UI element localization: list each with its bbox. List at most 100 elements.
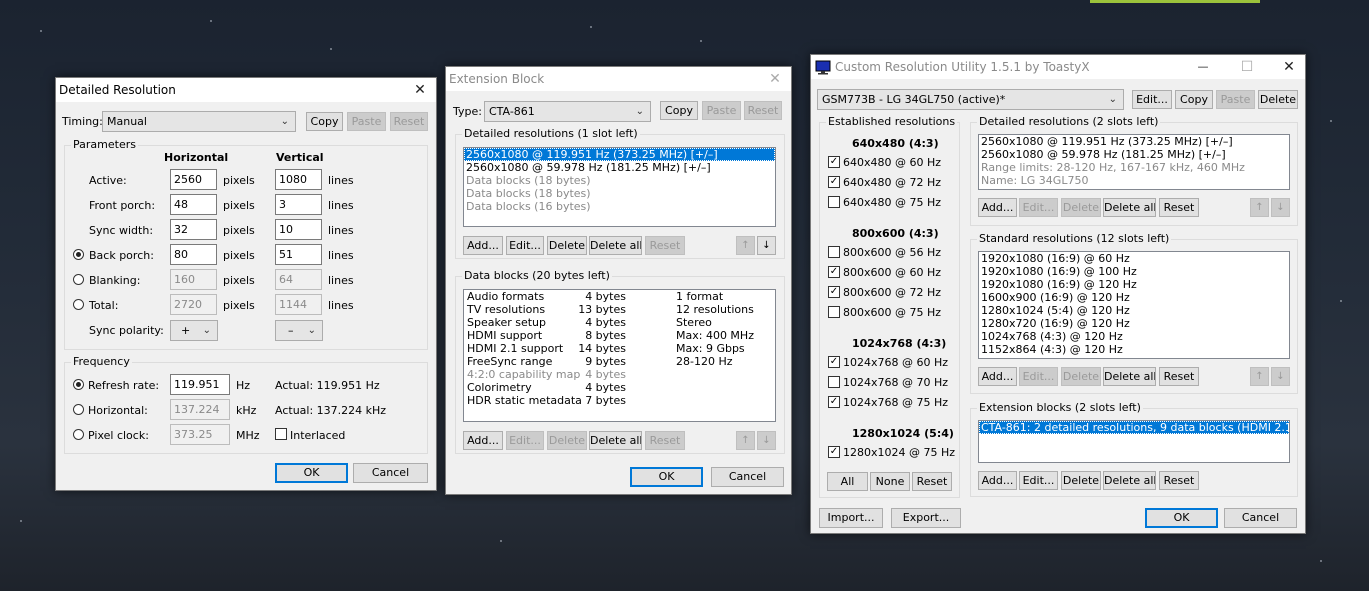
- cancel-button[interactable]: Cancel: [1224, 508, 1297, 528]
- ok-button[interactable]: OK: [275, 463, 348, 483]
- delete-button[interactable]: Delete: [1258, 90, 1298, 109]
- list-item[interactable]: 1280x720 (16:9) @ 120 Hz: [979, 317, 1289, 330]
- delete-all-button[interactable]: Delete all: [589, 236, 642, 255]
- add-button[interactable]: Add...: [978, 471, 1017, 490]
- refresh-rate-input[interactable]: 119.951: [170, 374, 230, 395]
- sync-width-v-input[interactable]: 10: [275, 219, 322, 240]
- reset-button[interactable]: Reset: [1159, 471, 1199, 490]
- delete-all-button[interactable]: Delete all: [1103, 198, 1156, 217]
- front-porch-v-input[interactable]: 3: [275, 194, 322, 215]
- resolution-checkbox[interactable]: ✓: [828, 446, 840, 458]
- edit-button[interactable]: Edit...: [1019, 367, 1058, 386]
- data-block-row[interactable]: HDR static metadata 7 bytes: [464, 394, 775, 407]
- data-block-row[interactable]: 4:2:0 capability map 4 bytes: [464, 368, 775, 381]
- list-item[interactable]: 2560x1080 @ 59.978 Hz (181.25 MHz) [+/–]: [464, 161, 775, 174]
- resolution-checkbox[interactable]: ✓: [828, 356, 840, 368]
- data-block-row[interactable]: Colorimetry 4 bytes: [464, 381, 775, 394]
- copy-button[interactable]: Copy: [306, 112, 343, 131]
- monitor-select[interactable]: GSM773B - LG 34GL750 (active)* ⌄: [817, 89, 1124, 110]
- paste-button[interactable]: Paste: [347, 112, 386, 131]
- pixel-clock-radio[interactable]: [73, 429, 84, 440]
- resolution-checkbox[interactable]: ✓: [828, 286, 840, 298]
- arrow-up-icon[interactable]: ↑: [736, 431, 755, 450]
- reset-button[interactable]: Reset: [390, 112, 428, 131]
- list-item[interactable]: Data blocks (18 bytes): [464, 187, 775, 200]
- arrow-down-icon[interactable]: ↓: [757, 431, 776, 450]
- back-porch-h-input[interactable]: 80: [170, 244, 217, 265]
- total-v-input[interactable]: 1144: [275, 294, 322, 315]
- delete-all-button[interactable]: Delete all: [1103, 367, 1156, 386]
- resolution-checkbox[interactable]: ✓: [828, 266, 840, 278]
- blanking-v-input[interactable]: 64: [275, 269, 322, 290]
- delete-all-button[interactable]: Delete all: [589, 431, 642, 450]
- list-item[interactable]: 2560x1080 @ 119.951 Hz (373.25 MHz) [+/–…: [979, 135, 1289, 148]
- arrow-up-icon[interactable]: ↑: [1250, 367, 1269, 386]
- arrow-down-icon[interactable]: ↓: [1271, 367, 1290, 386]
- minimize-icon[interactable]: —: [1193, 57, 1213, 77]
- arrow-up-icon[interactable]: ↑: [736, 236, 755, 255]
- close-icon[interactable]: ✕: [765, 69, 785, 89]
- data-block-row[interactable]: FreeSync range 9 bytes 28-120 Hz: [464, 355, 775, 368]
- list-item[interactable]: 1024x768 (4:3) @ 120 Hz: [979, 330, 1289, 343]
- reset-button[interactable]: Reset: [645, 431, 685, 450]
- ok-button[interactable]: OK: [1145, 508, 1218, 528]
- delete-button[interactable]: Delete: [547, 431, 587, 450]
- list-item[interactable]: Data blocks (16 bytes): [464, 200, 775, 213]
- edit-button[interactable]: Edit...: [506, 431, 544, 450]
- import-button[interactable]: Import...: [819, 508, 883, 528]
- horizontal-freq-input[interactable]: 137.224: [170, 399, 230, 420]
- resolution-checkbox[interactable]: [828, 376, 840, 388]
- add-button[interactable]: Add...: [978, 198, 1017, 217]
- list-item[interactable]: 1920x1080 (16:9) @ 100 Hz: [979, 265, 1289, 278]
- edit-button[interactable]: Edit...: [1019, 471, 1058, 490]
- paste-button[interactable]: Paste: [702, 101, 741, 120]
- edit-button[interactable]: Edit...: [1019, 198, 1058, 217]
- paste-button[interactable]: Paste: [1216, 90, 1255, 109]
- resolution-checkbox[interactable]: ✓: [828, 156, 840, 168]
- resolution-checkbox[interactable]: ✓: [828, 396, 840, 408]
- resolution-checkbox[interactable]: [828, 246, 840, 258]
- reset-button[interactable]: Reset: [744, 101, 782, 120]
- add-button[interactable]: Add...: [463, 236, 503, 255]
- list-item[interactable]: 1152x864 (4:3) @ 120 Hz: [979, 343, 1289, 356]
- list-item[interactable]: 1920x1080 (16:9) @ 60 Hz: [979, 252, 1289, 265]
- copy-button[interactable]: Copy: [660, 101, 698, 120]
- h-polarity-select[interactable]: + ⌄: [170, 320, 218, 341]
- edit-button[interactable]: Edit...: [1132, 90, 1172, 109]
- list-item[interactable]: 2560x1080 @ 119.951 Hz (373.25 MHz) [+/–…: [464, 148, 775, 161]
- timing-select[interactable]: Manual ⌄: [102, 111, 296, 132]
- add-button[interactable]: Add...: [978, 367, 1017, 386]
- close-icon[interactable]: ✕: [1279, 57, 1299, 77]
- list-item[interactable]: Data blocks (18 bytes): [464, 174, 775, 187]
- total-radio[interactable]: [73, 299, 84, 310]
- arrow-up-icon[interactable]: ↑: [1250, 198, 1269, 217]
- detailed-resolutions-list[interactable]: 2560x1080 @ 119.951 Hz (373.25 MHz) [+/–…: [463, 147, 776, 227]
- cancel-button[interactable]: Cancel: [353, 463, 428, 483]
- ok-button[interactable]: OK: [630, 467, 703, 487]
- arrow-down-icon[interactable]: ↓: [757, 236, 776, 255]
- maximize-icon[interactable]: ☐: [1237, 57, 1257, 77]
- blanking-radio[interactable]: [73, 274, 84, 285]
- none-button[interactable]: None: [870, 472, 910, 491]
- list-item[interactable]: 1280x1024 (5:4) @ 120 Hz: [979, 304, 1289, 317]
- data-block-row[interactable]: HDMI support 8 bytes Max: 400 MHz: [464, 329, 775, 342]
- total-h-input[interactable]: 2720: [170, 294, 217, 315]
- data-block-row[interactable]: HDMI 2.1 support 14 bytes Max: 9 Gbps: [464, 342, 775, 355]
- reset-button[interactable]: Reset: [1159, 367, 1199, 386]
- type-select[interactable]: CTA-861 ⌄: [484, 101, 651, 122]
- detailed-resolutions-list[interactable]: 2560x1080 @ 119.951 Hz (373.25 MHz) [+/–…: [978, 134, 1290, 190]
- extension-blocks-list[interactable]: CTA-861: 2 detailed resolutions, 9 data …: [978, 420, 1290, 463]
- edit-button[interactable]: Edit...: [506, 236, 544, 255]
- reset-button[interactable]: Reset: [645, 236, 685, 255]
- resolution-checkbox[interactable]: [828, 196, 840, 208]
- interlaced-checkbox[interactable]: [275, 428, 287, 440]
- data-blocks-list[interactable]: Audio formats 4 bytes 1 format TV resolutio…: [463, 289, 776, 422]
- list-item[interactable]: 1600x900 (16:9) @ 120 Hz: [979, 291, 1289, 304]
- resolution-checkbox[interactable]: ✓: [828, 176, 840, 188]
- data-block-row[interactable]: Speaker setup 4 bytes Stereo: [464, 316, 775, 329]
- delete-button[interactable]: Delete: [1061, 471, 1101, 490]
- delete-button[interactable]: Delete: [547, 236, 587, 255]
- cancel-button[interactable]: Cancel: [711, 467, 784, 487]
- list-item[interactable]: Range limits: 28-120 Hz, 167-167 kHz, 46…: [979, 161, 1289, 174]
- list-item[interactable]: CTA-861: 2 detailed resolutions, 9 data …: [979, 421, 1289, 434]
